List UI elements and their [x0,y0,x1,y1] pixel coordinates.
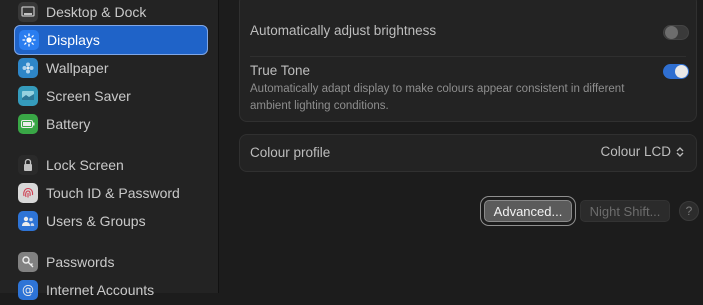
sidebar-item-label: Desktop & Dock [46,4,147,20]
sidebar-item-lock-screen[interactable]: Lock Screen [14,150,208,180]
toggle-knob [675,65,688,78]
sidebar-item-label: Passwords [46,254,115,270]
sidebar-item-desktop-dock[interactable]: Desktop & Dock [14,0,208,27]
displays-settings-pane: Automatically adjust brightness True Ton… [219,0,703,293]
stepper-chevron-icon [676,146,684,158]
fingerprint-icon [18,183,38,203]
sun-icon [19,30,39,50]
screen-saver-icon [18,86,38,106]
wallpaper-icon [18,58,38,78]
key-icon [18,252,38,272]
sidebar-item-touch-id[interactable]: Touch ID & Password [14,178,208,208]
advanced-button[interactable]: Advanced... [484,200,572,222]
sidebar-item-displays[interactable]: Displays [14,25,208,55]
true-tone-toggle[interactable] [663,64,689,79]
sidebar-item-label: Screen Saver [46,88,131,104]
battery-icon [18,114,38,134]
colour-profile-value: Colour LCD [600,144,671,159]
sidebar-item-label: Users & Groups [46,213,146,229]
night-shift-button[interactable]: Night Shift... [580,200,670,222]
colour-profile-popup[interactable]: Colour LCD [600,144,684,159]
sidebar-item-battery[interactable]: Battery [14,109,208,139]
true-tone-description-line1: Automatically adapt display to make colo… [250,83,625,95]
auto-brightness-toggle[interactable] [663,25,689,40]
true-tone-label: True Tone [250,63,311,78]
sidebar-item-internet-accounts[interactable]: @ Internet Accounts [14,275,208,305]
true-tone-description-line2: ambient lighting conditions. [250,100,389,112]
desktop-dock-icon [18,2,38,22]
sidebar-item-label: Displays [47,32,100,48]
sidebar: Desktop & Dock Displays Wallpaper Screen… [0,0,219,300]
sidebar-item-label: Touch ID & Password [46,185,180,201]
sidebar-item-wallpaper[interactable]: Wallpaper [14,53,208,83]
sidebar-item-label: Wallpaper [46,60,109,76]
help-button[interactable]: ? [679,201,699,221]
sidebar-item-screen-saver[interactable]: Screen Saver [14,81,208,111]
sidebar-item-label: Internet Accounts [46,282,155,298]
sidebar-item-users-groups[interactable]: Users & Groups [14,206,208,236]
colour-profile-label: Colour profile [250,145,331,160]
sidebar-item-label: Battery [46,116,91,132]
users-icon [18,211,38,231]
toggle-knob [665,26,678,39]
lock-icon [18,155,38,175]
at-icon: @ [18,280,38,300]
divider [250,56,686,57]
sidebar-item-passwords[interactable]: Passwords [14,247,208,277]
auto-brightness-label: Automatically adjust brightness [250,23,437,38]
sidebar-item-label: Lock Screen [46,157,124,173]
colour-profile-card: Colour profile Colour LCD [239,134,697,172]
display-options-card: Automatically adjust brightness True Ton… [239,0,697,122]
